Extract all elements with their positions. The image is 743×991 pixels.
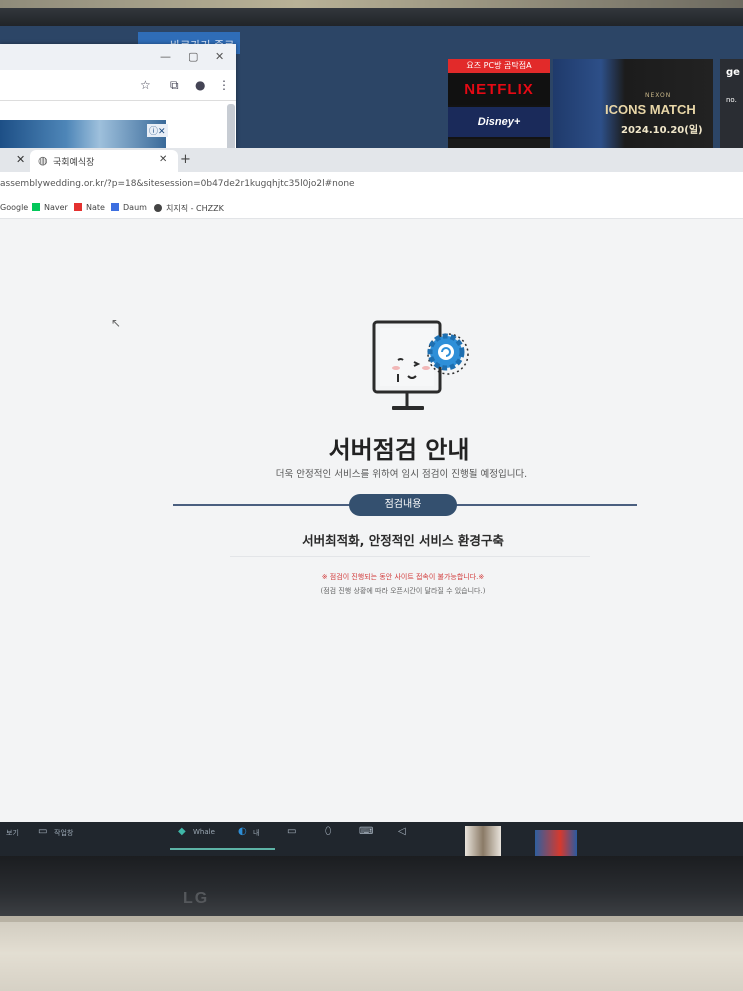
taskbar-item-whale[interactable]: Whale: [193, 828, 215, 836]
taskbar-item-view[interactable]: 보기: [6, 828, 19, 838]
content-divider: [230, 556, 590, 557]
monitor-screen-shape: [380, 328, 434, 386]
keyboard-icon[interactable]: ⌨: [359, 826, 373, 837]
monitor-brand-logo: LG: [183, 890, 210, 907]
taskbar-thumbnail[interactable]: [535, 830, 577, 856]
bookmark-label: Daum: [123, 203, 147, 212]
star-icon[interactable]: ☆: [140, 78, 151, 92]
mouse-icon[interactable]: ⬯: [325, 826, 331, 837]
tab-title[interactable]: 국회예식장: [53, 155, 94, 168]
page-subtitle: 더욱 안정적인 서비스를 위하여 임시 점검이 진행될 예정입니다.: [275, 469, 528, 480]
bookmark-google[interactable]: Google: [0, 203, 28, 212]
desk-edge: [0, 916, 743, 922]
chzzk-icon: [154, 204, 162, 212]
url-field[interactable]: assemblywedding.or.kr/?p=18&sitesession=…: [0, 179, 355, 189]
bookmark-naver[interactable]: Naver: [32, 203, 68, 212]
nate-icon: [74, 203, 82, 211]
daum-icon: [111, 203, 119, 211]
volume-icon[interactable]: ◁: [398, 826, 406, 837]
bookmark-label: Google: [0, 203, 29, 212]
maintenance-content: 서버최적화, 안정적인 서비스 환경구축: [302, 533, 504, 548]
monitor-bottom-bezel: [0, 856, 743, 916]
menu-icon[interactable]: ⋮: [218, 78, 230, 92]
netflix-link[interactable]: NETFLIX: [448, 75, 550, 105]
banner-date: 2024.10.20(일): [621, 125, 703, 136]
maximize-icon[interactable]: ▢: [188, 50, 198, 63]
profile-icon[interactable]: ●: [195, 78, 205, 92]
close-icon[interactable]: ✕: [215, 50, 224, 63]
ad-close-icon[interactable]: ⓘ✕: [147, 124, 168, 137]
bookmark-chzzk[interactable]: 치지직 - CHZZK: [154, 203, 224, 214]
new-tab-button[interactable]: +: [180, 152, 191, 167]
banner-brand: NEXON: [645, 92, 672, 99]
minimize-icon[interactable]: —: [160, 50, 171, 63]
side-panel-title: ge: [726, 67, 740, 78]
close-previous-tab-icon[interactable]: ✕: [16, 153, 25, 166]
note-text: (점검 진행 상황에 따라 오픈시간이 달라질 수 있습니다.): [320, 587, 486, 595]
bookmark-label: 치지직 - CHZZK: [166, 204, 224, 213]
close-tab-icon[interactable]: ✕: [159, 154, 167, 165]
section-label-pill: 점검내용: [349, 494, 457, 516]
display-icon[interactable]: ▭: [287, 826, 296, 837]
page-title: 서버점검 안내: [328, 436, 470, 464]
bookmark-label: Naver: [44, 203, 68, 212]
taskbar-item-me[interactable]: 내: [253, 828, 259, 838]
bookmark-nate[interactable]: Nate: [74, 203, 105, 212]
promo-header: 요즈 PC방 곰탁점A: [448, 59, 550, 73]
sidebar-icon[interactable]: ⧉: [170, 78, 179, 93]
active-app-indicator: [170, 848, 275, 850]
whale-icon[interactable]: ◆: [178, 826, 186, 837]
monitor-maintenance-illustration: [372, 320, 469, 410]
window-titlebar: [0, 44, 236, 70]
bookmark-daum[interactable]: Daum: [111, 203, 147, 212]
taskbar-item-workspace[interactable]: 작업창: [54, 828, 73, 838]
naver-icon: [32, 203, 40, 211]
warning-text: ※ 점검이 진행되는 동안 사이트 접속이 불가능합니다.※: [321, 573, 485, 581]
edge-icon[interactable]: ◐: [238, 826, 247, 837]
window-icon[interactable]: ▭: [38, 826, 47, 837]
globe-icon: ◍: [38, 154, 48, 167]
bookmark-label: Nate: [86, 203, 105, 212]
mouse-cursor-icon: ↖: [111, 316, 122, 330]
banner-title: ICONS MATCH: [605, 102, 696, 117]
taskbar-thumbnail[interactable]: [465, 826, 501, 856]
side-panel-sub: no.: [726, 96, 737, 104]
desk-surface: [0, 916, 743, 991]
disney-link[interactable]: Disney+: [448, 107, 550, 137]
background-strip: [0, 0, 743, 8]
